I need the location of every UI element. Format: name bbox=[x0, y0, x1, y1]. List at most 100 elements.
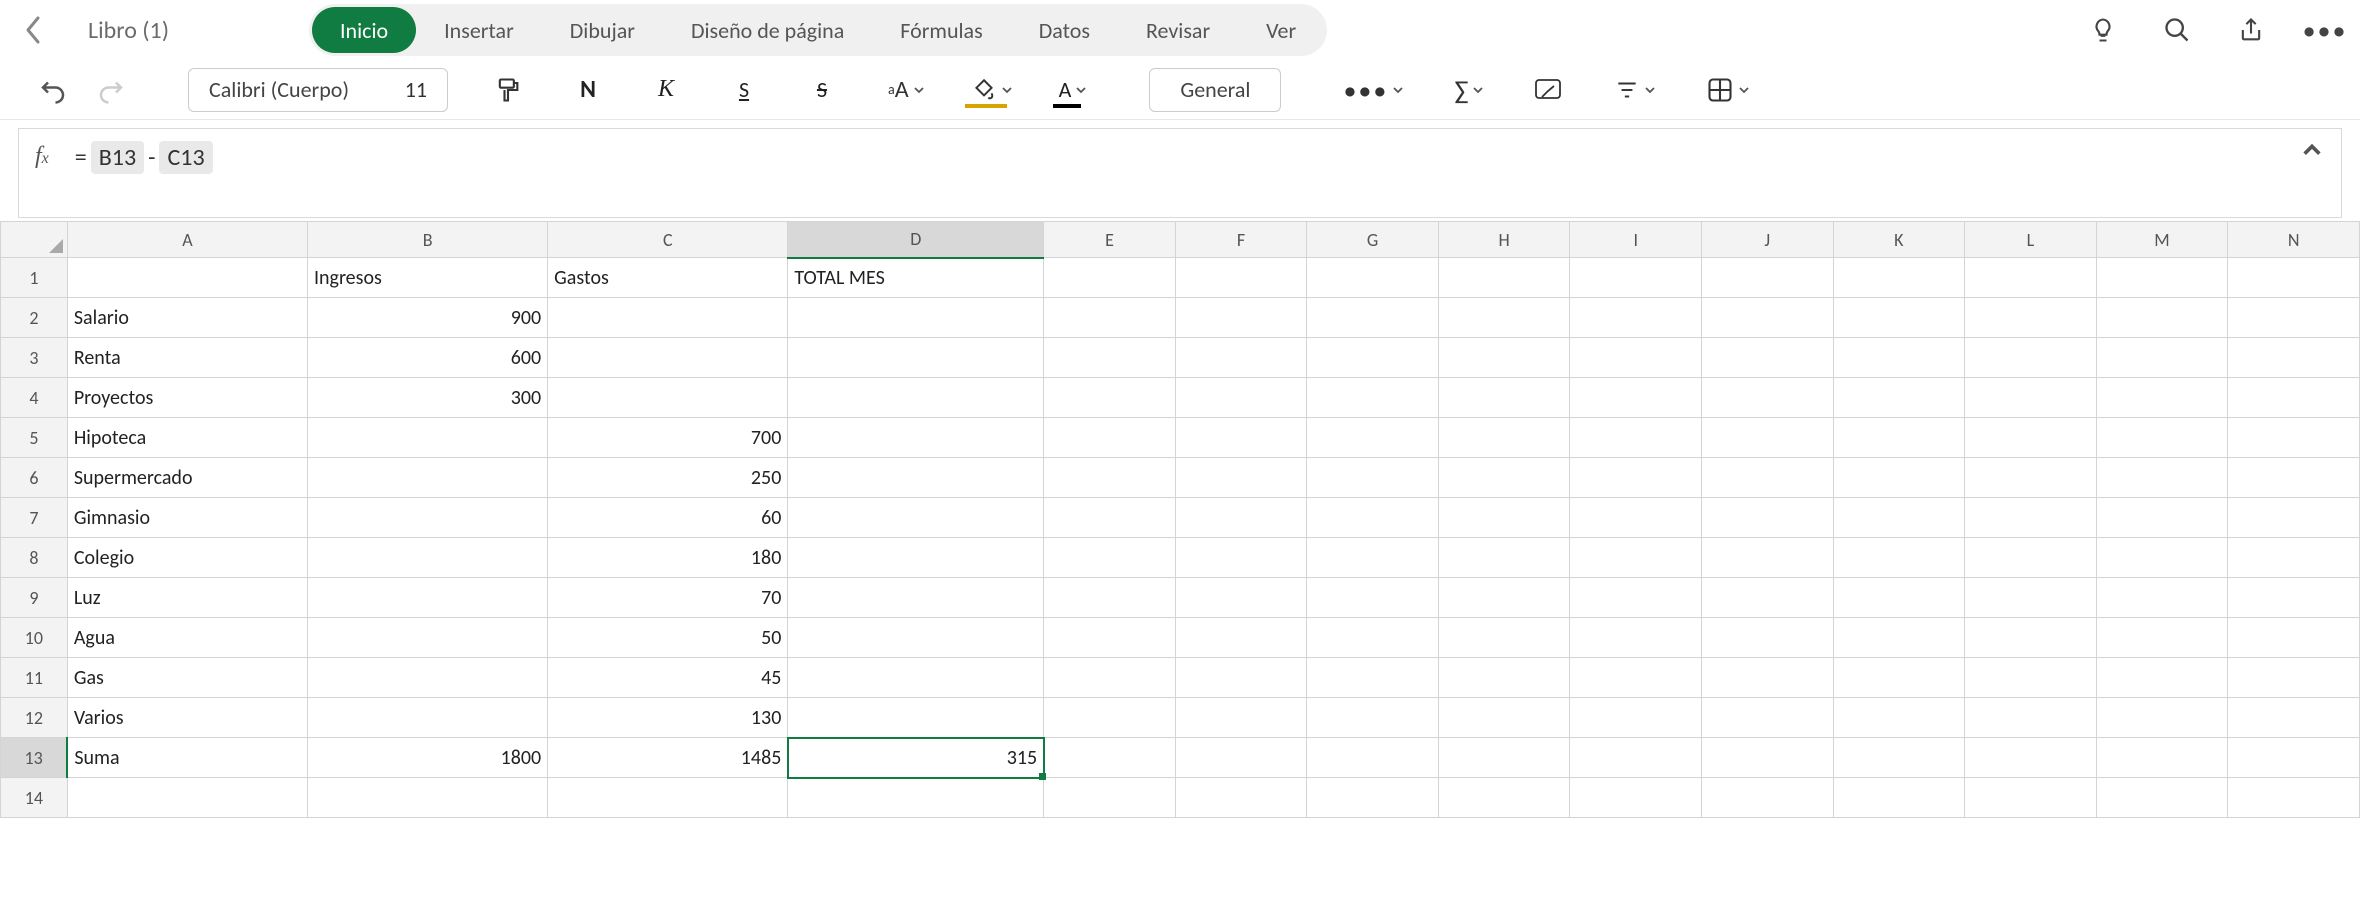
cell-G13[interactable] bbox=[1307, 738, 1439, 778]
cell-M2[interactable] bbox=[2096, 298, 2228, 338]
cell-K6[interactable] bbox=[1833, 458, 1965, 498]
column-header-N[interactable]: N bbox=[2228, 222, 2360, 258]
cell-M10[interactable] bbox=[2096, 618, 2228, 658]
cell-M12[interactable] bbox=[2096, 698, 2228, 738]
cell-J9[interactable] bbox=[1702, 578, 1834, 618]
cell-N12[interactable] bbox=[2228, 698, 2360, 738]
cell-E5[interactable] bbox=[1044, 418, 1176, 458]
cell-G4[interactable] bbox=[1307, 378, 1439, 418]
cell-J11[interactable] bbox=[1702, 658, 1834, 698]
cell-G11[interactable] bbox=[1307, 658, 1439, 698]
cell-H14[interactable] bbox=[1438, 778, 1570, 818]
cell-B7[interactable] bbox=[308, 498, 548, 538]
cell-D4[interactable] bbox=[788, 378, 1044, 418]
cell-M8[interactable] bbox=[2096, 538, 2228, 578]
cell-F4[interactable] bbox=[1175, 378, 1307, 418]
cell-D10[interactable] bbox=[788, 618, 1044, 658]
cell-N9[interactable] bbox=[2228, 578, 2360, 618]
cell-A11[interactable]: Gas bbox=[67, 658, 307, 698]
column-header-B[interactable]: B bbox=[308, 222, 548, 258]
cell-E12[interactable] bbox=[1044, 698, 1176, 738]
cell-E11[interactable] bbox=[1044, 658, 1176, 698]
select-all-corner[interactable] bbox=[1, 222, 68, 258]
cell-F6[interactable] bbox=[1175, 458, 1307, 498]
cell-L12[interactable] bbox=[1965, 698, 2097, 738]
cell-F1[interactable] bbox=[1175, 258, 1307, 298]
cell-A3[interactable]: Renta bbox=[67, 338, 307, 378]
cell-I12[interactable] bbox=[1570, 698, 1702, 738]
underline-button[interactable]: S bbox=[724, 70, 764, 110]
cell-L8[interactable] bbox=[1965, 538, 2097, 578]
cell-L1[interactable] bbox=[1965, 258, 2097, 298]
cell-C3[interactable] bbox=[548, 338, 788, 378]
row-header-6[interactable]: 6 bbox=[1, 458, 68, 498]
cell-B2[interactable]: 900 bbox=[308, 298, 548, 338]
column-header-F[interactable]: F bbox=[1175, 222, 1307, 258]
cell-D9[interactable] bbox=[788, 578, 1044, 618]
undo-button[interactable] bbox=[30, 70, 76, 110]
column-header-C[interactable]: C bbox=[548, 222, 788, 258]
cell-E6[interactable] bbox=[1044, 458, 1176, 498]
cell-C10[interactable]: 50 bbox=[548, 618, 788, 658]
cell-H12[interactable] bbox=[1438, 698, 1570, 738]
cell-C13[interactable]: 1485 bbox=[548, 738, 788, 778]
cell-C9[interactable]: 70 bbox=[548, 578, 788, 618]
cell-H10[interactable] bbox=[1438, 618, 1570, 658]
cell-I3[interactable] bbox=[1570, 338, 1702, 378]
cell-E14[interactable] bbox=[1044, 778, 1176, 818]
cell-E1[interactable] bbox=[1044, 258, 1176, 298]
cell-G6[interactable] bbox=[1307, 458, 1439, 498]
column-header-A[interactable]: A bbox=[67, 222, 307, 258]
cell-N3[interactable] bbox=[2228, 338, 2360, 378]
cell-J7[interactable] bbox=[1702, 498, 1834, 538]
cell-L10[interactable] bbox=[1965, 618, 2097, 658]
tab-dibujar[interactable]: Dibujar bbox=[542, 7, 663, 53]
cell-J14[interactable] bbox=[1702, 778, 1834, 818]
cell-N13[interactable] bbox=[2228, 738, 2360, 778]
cell-B13[interactable]: 1800 bbox=[308, 738, 548, 778]
cell-I7[interactable] bbox=[1570, 498, 1702, 538]
cell-G2[interactable] bbox=[1307, 298, 1439, 338]
cell-H7[interactable] bbox=[1438, 498, 1570, 538]
cell-F11[interactable] bbox=[1175, 658, 1307, 698]
fill-color-button[interactable] bbox=[963, 70, 1021, 110]
cell-K1[interactable] bbox=[1833, 258, 1965, 298]
cell-E7[interactable] bbox=[1044, 498, 1176, 538]
strikethrough-button[interactable]: S bbox=[802, 70, 842, 110]
cell-D5[interactable] bbox=[788, 418, 1044, 458]
cell-A2[interactable]: Salario bbox=[67, 298, 307, 338]
cell-H8[interactable] bbox=[1438, 538, 1570, 578]
formula-bar[interactable]: fx = B13 - C13 bbox=[18, 128, 2342, 218]
cell-B9[interactable] bbox=[308, 578, 548, 618]
cell-B11[interactable] bbox=[308, 658, 548, 698]
cell-C8[interactable]: 180 bbox=[548, 538, 788, 578]
cell-H11[interactable] bbox=[1438, 658, 1570, 698]
cell-H9[interactable] bbox=[1438, 578, 1570, 618]
cell-G5[interactable] bbox=[1307, 418, 1439, 458]
cell-J1[interactable] bbox=[1702, 258, 1834, 298]
row-header-10[interactable]: 10 bbox=[1, 618, 68, 658]
row-header-14[interactable]: 14 bbox=[1, 778, 68, 818]
cell-L9[interactable] bbox=[1965, 578, 2097, 618]
cell-L7[interactable] bbox=[1965, 498, 2097, 538]
cell-I14[interactable] bbox=[1570, 778, 1702, 818]
cell-D12[interactable] bbox=[788, 698, 1044, 738]
cell-N14[interactable] bbox=[2228, 778, 2360, 818]
cell-I9[interactable] bbox=[1570, 578, 1702, 618]
cell-F7[interactable] bbox=[1175, 498, 1307, 538]
column-header-L[interactable]: L bbox=[1965, 222, 2097, 258]
cell-E9[interactable] bbox=[1044, 578, 1176, 618]
tab-datos[interactable]: Datos bbox=[1011, 7, 1118, 53]
cell-K3[interactable] bbox=[1833, 338, 1965, 378]
cells-button[interactable] bbox=[1698, 70, 1758, 110]
cell-N1[interactable] bbox=[2228, 258, 2360, 298]
cell-A9[interactable]: Luz bbox=[67, 578, 307, 618]
back-button[interactable] bbox=[20, 16, 48, 44]
filter-button[interactable] bbox=[1606, 70, 1664, 110]
font-color-button[interactable]: A bbox=[1051, 70, 1096, 110]
share-icon[interactable] bbox=[2236, 15, 2266, 45]
cell-L5[interactable] bbox=[1965, 418, 2097, 458]
cell-N6[interactable] bbox=[2228, 458, 2360, 498]
cell-C11[interactable]: 45 bbox=[548, 658, 788, 698]
formula-input[interactable]: = B13 - C13 bbox=[65, 129, 2283, 186]
